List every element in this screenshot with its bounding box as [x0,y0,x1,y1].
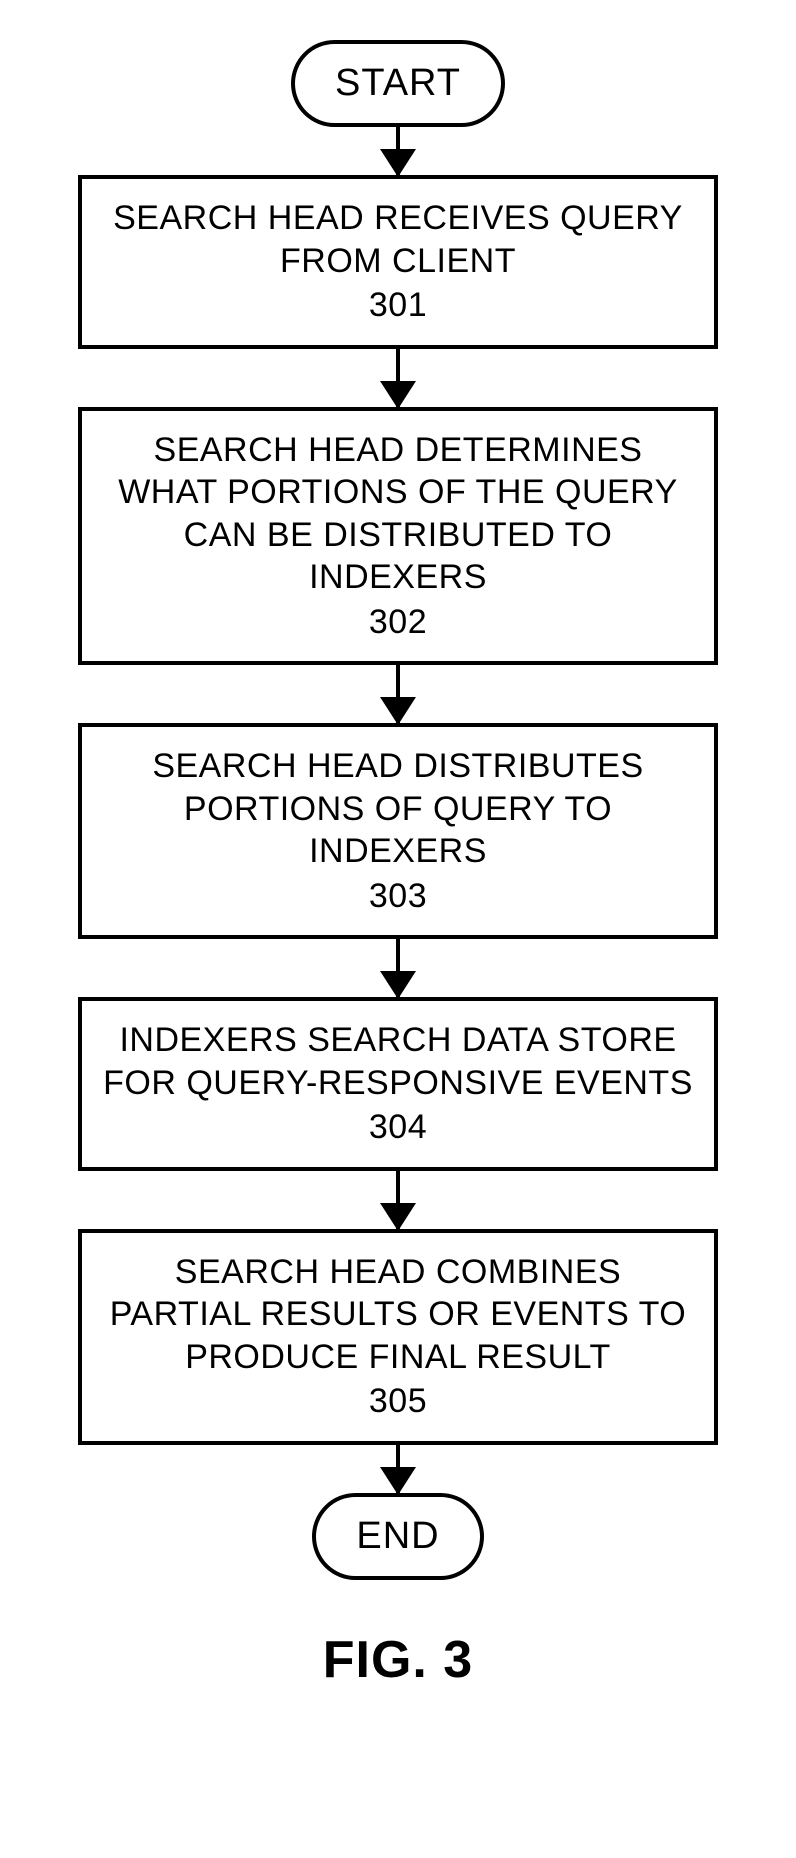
start-terminal: START [291,40,505,127]
arrow [396,1171,400,1229]
arrow [396,939,400,997]
process-step-302: SEARCH HEAD DETERMINES WHAT PORTIONS OF … [78,407,718,666]
process-step-304: INDEXERS SEARCH DATA STORE FOR QUERY-RES… [78,997,718,1171]
end-terminal: END [312,1493,483,1580]
process-text: SEARCH HEAD COMBINES PARTIAL RESULTS OR … [102,1251,694,1379]
end-label: END [356,1515,439,1557]
process-text: INDEXERS SEARCH DATA STORE FOR QUERY-RES… [102,1019,694,1104]
process-ref: 305 [102,1380,694,1423]
figure-caption: FIG. 3 [323,1630,473,1690]
start-label: START [335,62,461,104]
process-step-305: SEARCH HEAD COMBINES PARTIAL RESULTS OR … [78,1229,718,1445]
process-step-301: SEARCH HEAD RECEIVES QUERY FROM CLIENT 3… [78,175,718,349]
process-ref: 301 [102,284,694,327]
process-text: SEARCH HEAD RECEIVES QUERY FROM CLIENT [102,197,694,282]
process-text: SEARCH HEAD DETERMINES WHAT PORTIONS OF … [102,429,694,599]
arrow [396,127,400,175]
arrow [396,1445,400,1493]
process-ref: 303 [102,875,694,918]
process-ref: 302 [102,601,694,644]
process-text: SEARCH HEAD DISTRIBUTES PORTIONS OF QUER… [102,745,694,873]
flowchart: START SEARCH HEAD RECEIVES QUERY FROM CL… [78,40,718,1580]
process-step-303: SEARCH HEAD DISTRIBUTES PORTIONS OF QUER… [78,723,718,939]
process-ref: 304 [102,1106,694,1149]
arrow [396,665,400,723]
arrow [396,349,400,407]
